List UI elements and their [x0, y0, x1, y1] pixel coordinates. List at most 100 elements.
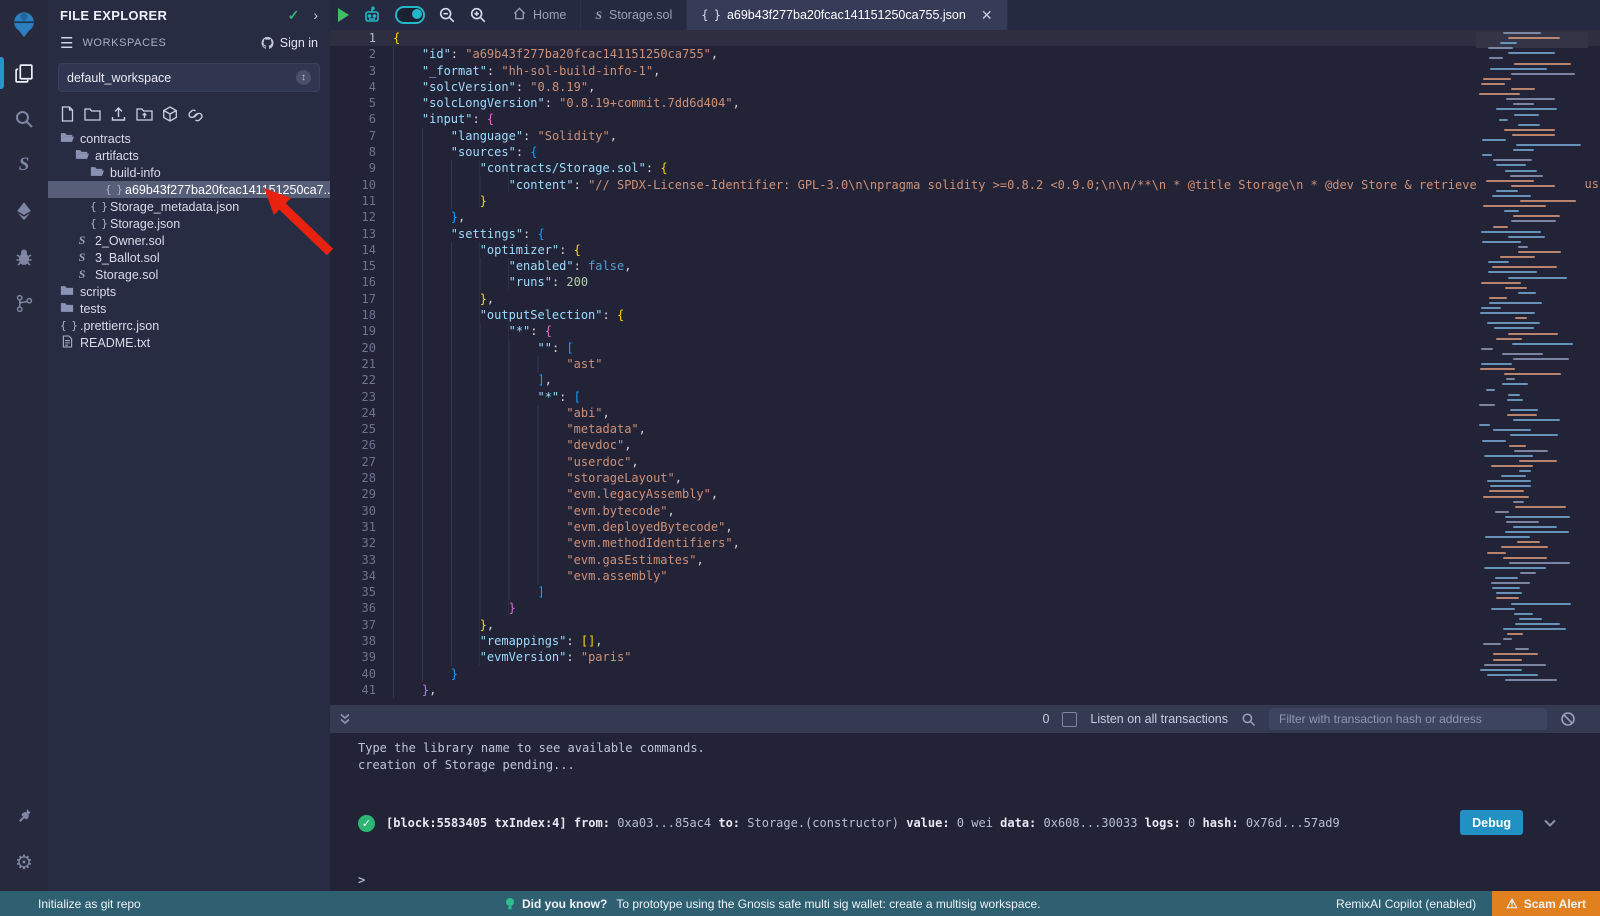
line-number: 32 — [330, 535, 393, 551]
tx-field-label: from: — [574, 816, 610, 830]
cube-icon[interactable] — [162, 106, 178, 122]
github-signin-button[interactable]: Sign in — [260, 36, 318, 50]
tree-item-scripts[interactable]: scripts — [48, 283, 330, 300]
line-number: 5 — [330, 95, 393, 111]
tree-item-build-info[interactable]: build-info — [48, 164, 330, 181]
workspace-name: default_workspace — [67, 71, 296, 85]
json-icon: { } — [105, 183, 119, 196]
minimap-line — [1483, 643, 1501, 645]
tree-item-storage-sol[interactable]: SStorage.sol — [48, 266, 330, 283]
transaction-log-row[interactable]: ✓ [block:5583405 txIndex:4] from: 0xa03.… — [358, 809, 1600, 837]
tree-item--prettierrc-json[interactable]: { }.prettierrc.json — [48, 317, 330, 334]
transaction-filter-input[interactable] — [1269, 708, 1547, 730]
tree-item-tests[interactable]: tests — [48, 300, 330, 317]
debug-button[interactable]: Debug — [1460, 810, 1523, 835]
line-number: 31 — [330, 519, 393, 535]
tab-a69b43f277ba20fcac141151250ca755-json[interactable]: { }a69b43f277ba20fcac141151250ca755.json… — [687, 0, 1007, 30]
tree-item-storage-metadata-json[interactable]: { }Storage_metadata.json — [48, 198, 330, 215]
hamburger-menu-icon[interactable]: ☰ — [60, 34, 73, 52]
tree-item-label: .prettierrc.json — [80, 319, 159, 333]
tree-item-contracts[interactable]: contracts — [48, 130, 330, 147]
code-line: 29"evm.legacyAssembly", — [330, 486, 1600, 502]
sidebar-item-git[interactable] — [0, 280, 48, 326]
upload-file-icon[interactable] — [110, 106, 127, 122]
tree-item-2-owner-sol[interactable]: S2_Owner.sol — [48, 232, 330, 249]
copilot-toggle[interactable] — [395, 6, 425, 24]
indent-guides — [393, 421, 566, 437]
upload-folder-icon[interactable] — [136, 106, 153, 122]
tree-item-a69b43f277ba20fcac141151250ca7-[interactable]: { }a69b43f277ba20fcac141151250ca7... — [48, 181, 330, 198]
run-script-button[interactable] — [338, 8, 349, 22]
indent-guides — [393, 600, 509, 616]
line-number: 2 — [330, 46, 393, 62]
collapse-terminal-icon[interactable] — [338, 712, 352, 726]
code-token: "ast" — [566, 357, 602, 371]
sidebar-item-file-explorer[interactable] — [0, 50, 48, 96]
activity-bar: S ⚙ — [0, 0, 49, 891]
code-token: [ — [574, 390, 581, 404]
warning-icon: ⚠ — [1506, 896, 1518, 912]
tree-item-3-ballot-sol[interactable]: S3_Ballot.sol — [48, 249, 330, 266]
copilot-status[interactable]: RemixAI Copilot (enabled) — [1336, 897, 1492, 911]
tab-storage-sol[interactable]: SStorage.sol — [581, 0, 687, 30]
zoom-out-icon[interactable] — [438, 6, 456, 24]
minimap[interactable] — [1476, 32, 1588, 700]
code-token: "hh-sol-build-info-1" — [501, 64, 653, 78]
tx-field-label: [block:5583405 txIndex:4] — [386, 816, 567, 830]
workspace-select[interactable]: default_workspace ↕ — [58, 63, 320, 92]
github-icon — [260, 36, 275, 50]
new-file-icon[interactable] — [60, 106, 75, 122]
minimap-line — [1482, 154, 1492, 156]
minimap-line — [1504, 373, 1561, 375]
close-tab-icon[interactable]: ✕ — [981, 7, 993, 24]
minimap-line — [1510, 409, 1538, 411]
sidebar-item-plugin-manager[interactable] — [0, 793, 48, 839]
minimap-line — [1496, 338, 1522, 340]
terminal-body[interactable]: Type the library name to see available c… — [330, 733, 1600, 891]
sidebar-item-solidity-compiler[interactable]: S — [0, 142, 48, 188]
code-token: "sources" — [451, 145, 516, 159]
expand-tx-icon[interactable] — [1542, 815, 1558, 831]
code-line: 41}, — [330, 682, 1600, 698]
minimap-line — [1508, 333, 1558, 335]
line-number: 11 — [330, 193, 393, 209]
minimap-slider[interactable] — [1476, 32, 1588, 48]
minimap-line — [1513, 358, 1569, 360]
sidebar-item-settings[interactable]: ⚙ — [0, 839, 48, 885]
indent-guides — [393, 389, 537, 405]
tab-home[interactable]: Home — [499, 0, 581, 30]
link-icon[interactable] — [187, 106, 204, 122]
remix-logo[interactable] — [0, 0, 48, 50]
ai-robot-icon[interactable] — [362, 5, 382, 25]
listen-checkbox[interactable] — [1062, 712, 1077, 727]
clear-console-icon[interactable] — [1560, 711, 1576, 727]
sidebar-item-search[interactable] — [0, 96, 48, 142]
tree-item-storage-json[interactable]: { }Storage.json — [48, 215, 330, 232]
deploy-run-icon — [14, 201, 34, 221]
scam-alert-badge[interactable]: ⚠ Scam Alert — [1492, 891, 1600, 916]
minimap-line — [1510, 175, 1543, 177]
code-editor[interactable]: 1{2"id": "a69b43f277ba20fcac141151250ca7… — [330, 30, 1600, 705]
init-git-repo-button[interactable]: Initialize as git repo — [0, 897, 141, 911]
search-icon[interactable] — [1241, 712, 1256, 727]
line-number: 17 — [330, 291, 393, 307]
minimap-line — [1505, 287, 1527, 289]
indent-guides — [393, 242, 480, 258]
tree-item-artifacts[interactable]: artifacts — [48, 147, 330, 164]
minimap-line — [1480, 669, 1522, 671]
tree-item-readme-txt[interactable]: README.txt — [48, 334, 330, 351]
indent-guides — [393, 193, 480, 209]
minimap-line — [1511, 73, 1575, 75]
chevron-right-icon[interactable]: › — [313, 7, 318, 23]
zoom-in-icon[interactable] — [469, 6, 487, 24]
new-folder-icon[interactable] — [84, 106, 101, 122]
sidebar-item-deploy-run[interactable] — [0, 188, 48, 234]
code-editor-region: 1{2"id": "a69b43f277ba20fcac141151250ca7… — [330, 30, 1600, 705]
line-number: 26 — [330, 437, 393, 453]
minimap-line — [1482, 440, 1506, 442]
tabs: HomeSStorage.sol{ }a69b43f277ba20fcac141… — [499, 0, 1008, 30]
terminal-prompt[interactable]: > — [358, 873, 365, 887]
code-token: { — [545, 324, 552, 338]
sidebar-item-debugger[interactable] — [0, 234, 48, 280]
tree-item-label: Storage_metadata.json — [110, 200, 239, 214]
